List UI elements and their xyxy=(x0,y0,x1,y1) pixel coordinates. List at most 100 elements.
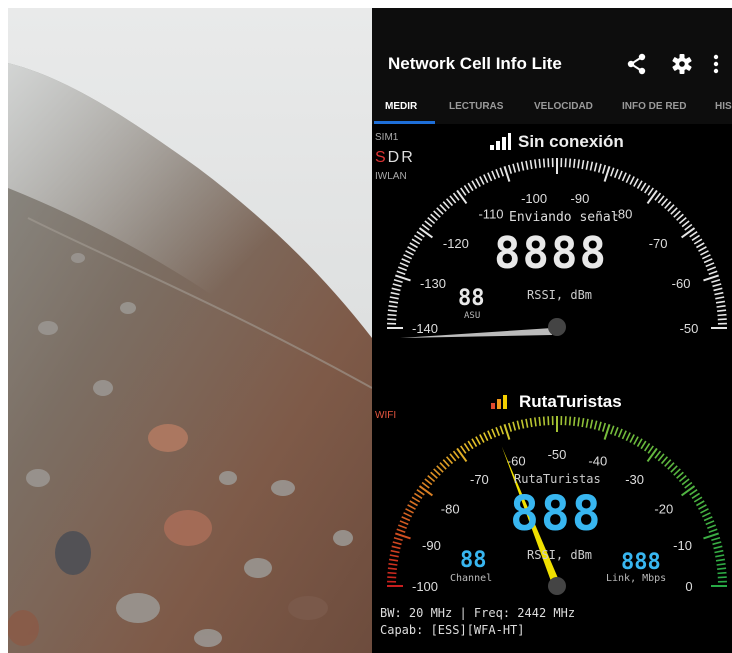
link-label: Link, Mbps xyxy=(606,573,667,584)
cell-tick xyxy=(389,296,399,300)
wifi-tick xyxy=(707,524,716,530)
wifi-tick xyxy=(529,417,533,428)
cell-tick xyxy=(503,166,511,182)
wifi-signal-bars-icon xyxy=(491,395,507,409)
wifi-tick xyxy=(525,418,529,428)
cell-tick xyxy=(577,159,580,169)
cell-tick xyxy=(413,234,423,241)
wifi-tick xyxy=(703,532,719,540)
cell-tick xyxy=(678,216,687,225)
tab-velocidad[interactable]: VELOCIDAD xyxy=(534,101,593,112)
wifi-tick xyxy=(684,481,693,489)
asu-value: 88 xyxy=(458,286,485,311)
wifi-tick xyxy=(681,485,696,497)
wifi-tick xyxy=(705,520,715,526)
cell-tick xyxy=(529,159,533,170)
gear-icon[interactable] xyxy=(671,52,693,76)
wifi-tick xyxy=(479,434,485,443)
more-vert-icon[interactable] xyxy=(710,52,722,76)
cell-tick xyxy=(717,309,727,312)
cell-tick xyxy=(693,238,703,245)
cell-tick xyxy=(691,234,701,241)
cell-tick xyxy=(703,258,713,264)
wifi-tick xyxy=(717,567,727,570)
wifi-tick xyxy=(516,420,521,430)
wifi-tick-label: -90 xyxy=(422,538,441,553)
wifi-tick xyxy=(593,420,598,430)
photo-scene xyxy=(8,8,372,653)
wifi-tick xyxy=(399,520,409,526)
cell-tick xyxy=(456,189,468,204)
cell-tick xyxy=(525,160,529,170)
tab-medir[interactable]: MEDIR xyxy=(385,101,417,112)
wifi-tick xyxy=(445,456,454,465)
wifi-tick xyxy=(436,465,444,473)
cell-tick-label: -110 xyxy=(478,207,503,222)
wifi-tick xyxy=(390,549,400,554)
tab-info-de-red[interactable]: INFO DE RED xyxy=(622,101,686,112)
cell-tick xyxy=(708,270,718,276)
wifi-tick xyxy=(393,536,403,542)
cell-tick xyxy=(585,160,589,170)
cell-tick xyxy=(512,163,517,173)
wifi-tick xyxy=(427,474,436,483)
wifi-tick xyxy=(673,468,681,476)
cell-tick xyxy=(401,258,411,264)
wifi-tick xyxy=(395,532,411,540)
cell-tick xyxy=(430,213,438,221)
sending-label: Enviando señal xyxy=(509,210,619,225)
cell-tick xyxy=(479,176,485,185)
wifi-tick xyxy=(715,554,725,558)
wifi-tick xyxy=(609,425,615,435)
cell-tick xyxy=(660,198,669,207)
cell-tick-label: -70 xyxy=(649,236,668,251)
wifi-tick xyxy=(597,421,602,431)
cell-tick xyxy=(705,262,715,268)
cell-tick xyxy=(689,231,698,238)
wifi-tick-label: 0 xyxy=(685,579,692,594)
cell-tick xyxy=(636,180,643,189)
cell-unit: RSSI, dBm xyxy=(527,288,593,302)
cell-tick xyxy=(487,172,493,182)
wifi-tick xyxy=(617,428,623,438)
wifi-tick xyxy=(657,453,665,462)
wifi-tick xyxy=(430,471,438,479)
cell-tick xyxy=(713,287,723,292)
tab-historial[interactable]: HIS xyxy=(715,101,732,112)
wifi-tick-label: -10 xyxy=(673,538,692,553)
wifi-tick xyxy=(716,563,726,566)
wifi-tick xyxy=(424,478,433,486)
wifi-tick xyxy=(589,419,594,429)
tab-lecturas[interactable]: LECTURAS xyxy=(449,101,503,112)
wifi-tick xyxy=(715,558,726,562)
cell-tick xyxy=(403,254,413,260)
cell-tick xyxy=(603,166,611,182)
cell-tick xyxy=(633,178,639,187)
cell-tick xyxy=(388,305,398,308)
wifi-tick-label: -100 xyxy=(412,579,438,594)
bw-freq-info: BW: 20 MHz | Freq: 2442 MHz xyxy=(380,606,576,620)
wifi-tick xyxy=(676,471,684,479)
cell-tick xyxy=(667,204,675,212)
cell-tick xyxy=(516,162,521,172)
cell-tick-label: -120 xyxy=(443,236,469,251)
cell-tick xyxy=(568,158,572,168)
wifi-tick xyxy=(495,427,501,436)
wifi-tick xyxy=(667,462,675,470)
wifi-tick xyxy=(568,416,572,426)
wifi-tick xyxy=(475,436,481,445)
cell-tick xyxy=(714,291,724,296)
cell-tick xyxy=(715,296,725,300)
cell-tick xyxy=(711,278,721,284)
wifi-tick xyxy=(512,421,517,431)
wifi-tick-label: -80 xyxy=(441,501,460,516)
cell-tick xyxy=(629,176,635,185)
wifi-tick-label: -50 xyxy=(548,447,567,462)
wifi-big-value: 888 xyxy=(510,486,603,542)
cell-tick xyxy=(396,270,406,276)
channel-label: Channel xyxy=(450,573,493,584)
cell-tick xyxy=(581,159,585,170)
share-icon[interactable] xyxy=(626,52,648,76)
cell-tick xyxy=(388,300,399,304)
cell-tick xyxy=(445,198,454,207)
